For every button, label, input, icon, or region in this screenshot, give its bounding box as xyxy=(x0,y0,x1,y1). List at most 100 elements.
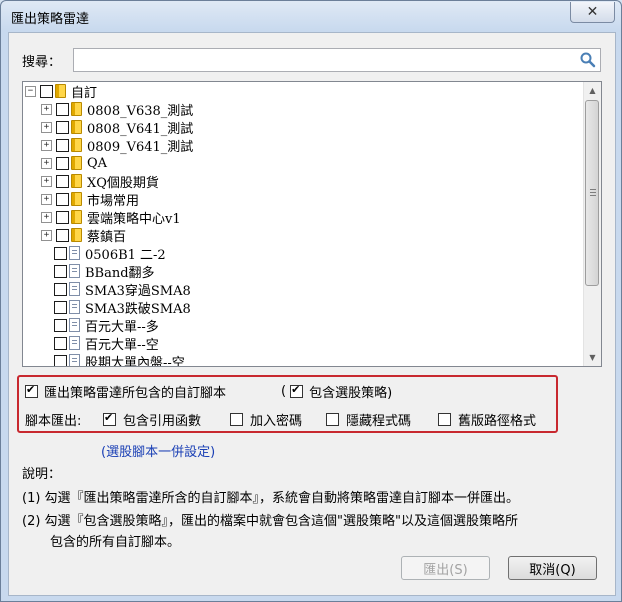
tree-checkbox[interactable] xyxy=(56,156,69,170)
tree-item-label: 0506B1 二-2 xyxy=(85,247,166,263)
tree-item[interactable]: 百元大單--多 xyxy=(54,316,159,335)
tree-item[interactable]: + 蔡鎮百 xyxy=(41,226,126,245)
tree-checkbox[interactable] xyxy=(56,138,69,152)
add-password-checkbox[interactable] xyxy=(230,413,243,426)
dialog-body: 搜尋： − 自訂 +0808_V638_測試 +0808_V641_測試 +0809… xyxy=(8,32,616,596)
tree-item-label: SMA3穿過SMA8 xyxy=(85,283,191,299)
tree-item[interactable]: +0808_V638_測試 xyxy=(41,100,193,119)
tree-item[interactable]: +0808_V641_測試 xyxy=(41,118,194,137)
collapse-icon[interactable]: − xyxy=(25,85,36,97)
tree-checkbox[interactable] xyxy=(54,246,67,260)
tree-checkbox[interactable] xyxy=(56,120,69,134)
folder-icon xyxy=(71,138,82,152)
scroll-down-icon[interactable]: ▼ xyxy=(584,349,601,366)
tree-item[interactable]: SMA3跌破SMA8 xyxy=(54,298,191,317)
description-line-2: (2) 勾選『包含選股策略』，匯出的檔案中就會包含這個"選股策略"以及這個選股策… xyxy=(22,514,519,529)
expand-icon[interactable]: + xyxy=(41,229,52,241)
tree-item[interactable]: + XQ個股期貨 xyxy=(41,172,159,191)
hide-code-checkbox[interactable] xyxy=(326,413,339,426)
expand-icon[interactable]: + xyxy=(41,139,52,151)
tree-checkbox[interactable] xyxy=(54,336,67,350)
search-label: 搜尋： xyxy=(22,55,62,70)
title-bar[interactable]: 匯出策略雷達 ✕ xyxy=(1,1,621,31)
window-title: 匯出策略雷達 xyxy=(11,12,90,27)
tree-checkbox[interactable] xyxy=(40,84,53,98)
tree-checkbox[interactable] xyxy=(54,318,67,332)
scroll-thumb[interactable] xyxy=(585,100,599,286)
description-title: 說明： xyxy=(22,467,62,482)
folder-icon xyxy=(71,102,82,116)
hide-code-option[interactable]: 隱藏程式碼 xyxy=(326,410,411,429)
include-stock-strategy-option[interactable]: ( 包含選股策略) xyxy=(281,382,392,401)
folder-icon xyxy=(71,120,82,134)
search-icon[interactable] xyxy=(579,51,597,69)
tree-item-label: 百元大單--多 xyxy=(85,319,159,335)
tree-item[interactable]: +0809_V641_測試 xyxy=(41,136,193,155)
tree-item-label: SMA3跌破SMA8 xyxy=(85,301,191,317)
expand-icon[interactable]: + xyxy=(41,121,52,133)
tree-item-label: 股期大單內盤--空 xyxy=(85,355,185,367)
script-file-icon xyxy=(69,318,80,332)
tree-item[interactable]: + 市場常用 xyxy=(41,190,140,209)
tree-item[interactable]: 股期大單內盤--空 xyxy=(54,352,185,366)
folder-icon xyxy=(71,210,82,224)
tree-item-label: 0808_V641_測試 xyxy=(87,121,194,137)
tree-checkbox[interactable] xyxy=(54,264,67,278)
hide-code-label: 隱藏程式碼 xyxy=(346,414,412,429)
tree-checkbox[interactable] xyxy=(56,228,69,242)
stock-script-settings-link[interactable]: (選股腳本一併設定) xyxy=(101,441,215,460)
script-file-icon xyxy=(69,282,80,296)
tree-checkbox[interactable] xyxy=(54,300,67,314)
search-input[interactable] xyxy=(73,48,601,72)
cancel-button[interactable]: 取消(Q) xyxy=(508,556,597,580)
tree-content: − 自訂 +0808_V638_測試 +0808_V641_測試 +0809_V64… xyxy=(23,82,583,366)
expand-icon[interactable]: + xyxy=(41,175,52,187)
expand-icon[interactable]: + xyxy=(41,211,52,223)
include-stock-strategy-label: 包含選股策略) xyxy=(309,386,393,401)
tree-item[interactable]: + 雲端策略中心v1 xyxy=(41,208,181,227)
tree-item-label: 雲端策略中心v1 xyxy=(87,211,181,227)
expand-icon[interactable]: + xyxy=(41,157,52,169)
tree-item[interactable]: + QA xyxy=(41,154,107,172)
tree-checkbox[interactable] xyxy=(56,102,69,116)
export-custom-scripts-checkbox[interactable] xyxy=(25,383,38,398)
paren-open: ( xyxy=(281,384,287,399)
tree-item[interactable]: SMA3穿過SMA8 xyxy=(54,280,191,299)
export-custom-scripts-option[interactable]: 匯出策略雷達所包含的自訂腳本 xyxy=(25,382,226,401)
include-ref-functions-option[interactable]: 包含引用函數 xyxy=(103,410,201,429)
script-file-icon xyxy=(69,264,80,278)
tree-item-label: BBand翻多 xyxy=(85,265,155,281)
tree-scrollbar[interactable]: ▲ ▼ xyxy=(583,82,601,366)
expand-icon[interactable]: + xyxy=(41,103,52,115)
tree-checkbox[interactable] xyxy=(56,192,69,206)
scroll-up-icon[interactable]: ▲ xyxy=(584,82,601,99)
tree-checkbox[interactable] xyxy=(54,354,67,366)
old-path-format-label: 舊版路徑格式 xyxy=(458,414,537,429)
close-button[interactable]: ✕ xyxy=(570,2,615,23)
include-stock-strategy-checkbox[interactable] xyxy=(290,383,304,398)
folder-icon xyxy=(55,84,66,98)
tree-item[interactable]: 百元大單--空 xyxy=(54,334,159,353)
script-tree[interactable]: − 自訂 +0808_V638_測試 +0808_V641_測試 +0809_V64… xyxy=(22,81,602,367)
description-line-3: 包含的所有自訂腳本。 xyxy=(50,535,181,550)
tree-item-label: 市場常用 xyxy=(87,193,140,209)
old-path-format-option[interactable]: 舊版路徑格式 xyxy=(438,410,536,429)
add-password-option[interactable]: 加入密碼 xyxy=(230,410,302,429)
tree-root[interactable]: − 自訂 xyxy=(25,82,97,101)
folder-icon xyxy=(71,228,82,242)
include-ref-functions-checkbox[interactable] xyxy=(103,411,116,426)
script-export-label: 腳本匯出: xyxy=(25,414,82,429)
tree-item-label: XQ個股期貨 xyxy=(87,175,159,191)
tree-checkbox[interactable] xyxy=(54,282,67,296)
expand-icon[interactable]: + xyxy=(41,193,52,205)
old-path-format-checkbox[interactable] xyxy=(438,413,451,426)
folder-icon xyxy=(71,156,82,170)
tree-item[interactable]: 0506B1 二-2 xyxy=(54,244,166,263)
tree-checkbox[interactable] xyxy=(56,210,69,224)
export-button[interactable]: 匯出(S) xyxy=(401,556,490,580)
tree-item[interactable]: BBand翻多 xyxy=(54,262,155,281)
tree-checkbox[interactable] xyxy=(56,174,69,188)
script-file-icon xyxy=(69,300,80,314)
export-strategy-radar-dialog: 匯出策略雷達 ✕ 搜尋： − 自訂 +0808_V638_測試 +0808_V64… xyxy=(0,0,622,602)
tree-item-label: QA xyxy=(87,155,108,171)
